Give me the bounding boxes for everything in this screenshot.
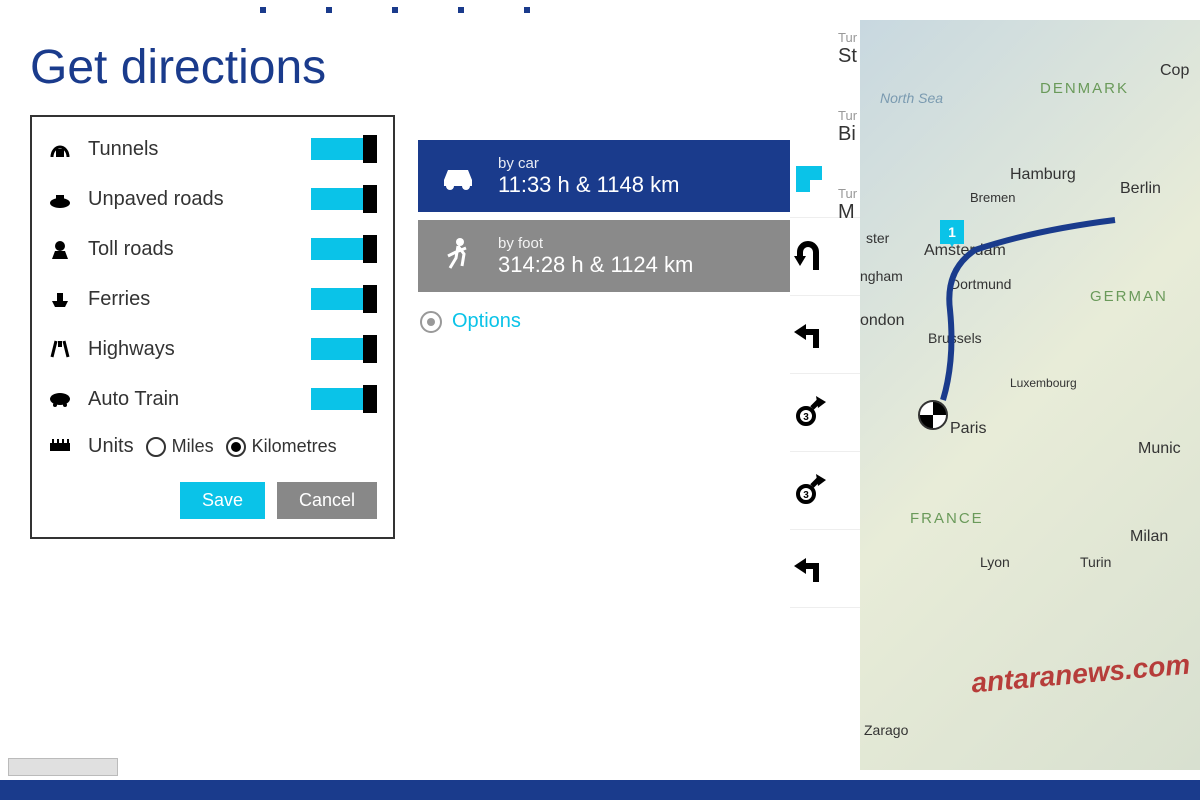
app-bar[interactable] [0, 780, 1200, 800]
option-row-unpaved-roads: Unpaved roads [48, 185, 377, 213]
map-label: Berlin [1120, 180, 1161, 198]
train-icon [48, 389, 72, 409]
top-indicator [0, 0, 1200, 20]
sea-label: North Sea [880, 90, 943, 106]
map-label: ngham [860, 268, 903, 284]
destination-marker[interactable] [918, 400, 948, 430]
direction-step[interactable]: TurM [790, 530, 860, 608]
tunnel-icon [48, 139, 72, 159]
toggle-ferries[interactable] [311, 288, 377, 310]
map-label: DENMARK [1040, 80, 1129, 97]
option-label: Ferries [88, 288, 150, 311]
cancel-button[interactable]: Cancel [277, 482, 377, 519]
option-row-toll-roads: Toll roads [48, 235, 377, 263]
map-label: Zarago [864, 722, 908, 738]
map-label: ondon [860, 312, 905, 330]
option-label: Tunnels [88, 138, 158, 161]
car-icon [436, 154, 480, 198]
option-row-highways: Highways [48, 335, 377, 363]
turnleft-icon [790, 550, 828, 588]
route-mode: by foot [498, 235, 693, 252]
start-icon [790, 160, 828, 198]
route-options-panel: Tunnels Unpaved roads Toll roads Ferries Hig… [30, 115, 395, 539]
ferry-icon [48, 289, 72, 309]
options-link[interactable]: Options [418, 300, 790, 343]
map-label: ster [866, 230, 889, 246]
route-card-car[interactable]: by car11:33 h & 1148 km [418, 140, 790, 212]
map-label: Milan [1130, 528, 1168, 546]
save-button[interactable]: Save [180, 482, 265, 519]
toggle-tunnels[interactable] [311, 138, 377, 160]
toggle-highways[interactable] [311, 338, 377, 360]
unpaved-icon [48, 189, 72, 209]
option-label: Toll roads [88, 238, 174, 261]
toggle-unpaved-roads[interactable] [311, 188, 377, 210]
round3-icon: 3 [790, 394, 828, 432]
route-detail: 11:33 h & 1148 km [498, 172, 679, 198]
option-label: Unpaved roads [88, 188, 224, 211]
watermark: antaranews.com [970, 648, 1191, 699]
units-label: Units [88, 435, 134, 458]
route-detail: 314:28 h & 1124 km [498, 252, 693, 278]
horizontal-scrollbar[interactable] [8, 758, 118, 776]
route-card-foot[interactable]: by foot314:28 h & 1124 km [418, 220, 790, 292]
route-marker-1[interactable]: 1 [940, 220, 964, 244]
units-icon [48, 437, 72, 457]
svg-text:3: 3 [803, 412, 809, 423]
route-mode: by car [498, 155, 679, 172]
units-radio-miles[interactable]: Miles [146, 436, 214, 457]
highway-icon [48, 339, 72, 359]
svg-text:3: 3 [803, 490, 809, 501]
round3-icon: 3 [790, 472, 828, 510]
uturn-icon [790, 238, 828, 276]
option-label: Auto Train [88, 388, 179, 411]
turnleft-icon [790, 316, 828, 354]
crosshair-icon [420, 311, 442, 333]
toggle-auto-train[interactable] [311, 388, 377, 410]
toll-icon [48, 239, 72, 259]
option-row-ferries: Ferries [48, 285, 377, 313]
map-label: Cop [1160, 62, 1189, 80]
foot-icon [436, 234, 480, 278]
map-label: Hamburg [1010, 166, 1076, 184]
units-radio-kilometres[interactable]: Kilometres [226, 436, 337, 457]
map-view[interactable]: North Sea DENMARKCopHamburgBremenBerlinA… [860, 20, 1200, 770]
map-label: Munic [1138, 440, 1181, 458]
route-polyline [915, 200, 1135, 600]
page-title: Get directions [30, 40, 410, 95]
option-row-auto-train: Auto Train [48, 385, 377, 413]
toggle-toll-roads[interactable] [311, 238, 377, 260]
units-row: Units Miles Kilometres [48, 435, 377, 458]
option-label: Highways [88, 338, 175, 361]
option-row-tunnels: Tunnels [48, 135, 377, 163]
